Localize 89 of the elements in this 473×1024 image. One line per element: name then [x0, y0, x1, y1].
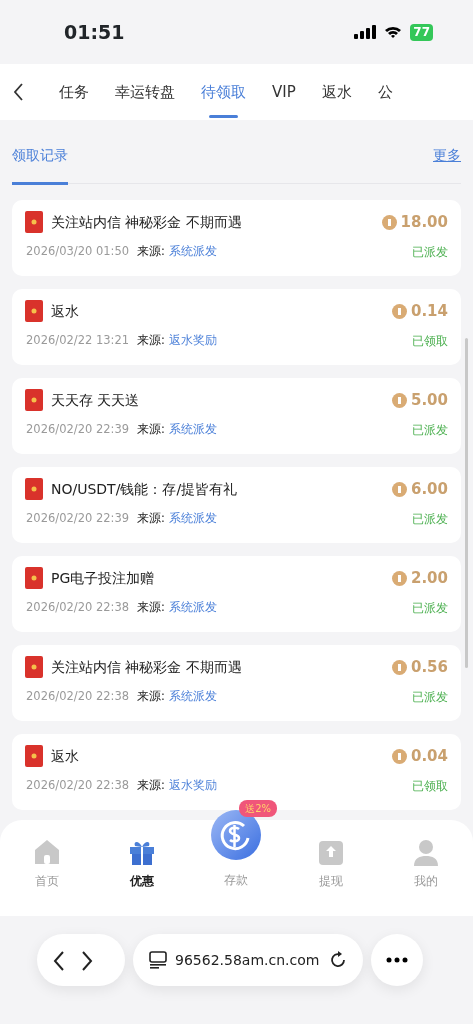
record-status: 已派发	[412, 243, 448, 261]
record-card[interactable]: PG电子投注加赠 2.00 2026/02/20 22:38 来源: 系统派发 已派发	[12, 556, 461, 632]
record-status: 已派发	[412, 510, 448, 528]
record-card[interactable]: 返水 0.14 2026/02/22 13:21 来源: 返水奖励 已领取	[12, 289, 461, 365]
source-label: 来源:	[137, 420, 165, 438]
record-title: PG电子投注加赠	[51, 568, 155, 588]
coin-icon	[392, 659, 407, 675]
reward-amount: 0.56	[411, 657, 448, 678]
source-label: 来源:	[137, 776, 165, 794]
more-icon	[386, 957, 408, 963]
back-icon	[14, 83, 24, 101]
wifi-icon	[384, 25, 403, 39]
url-text: 96562.58am.cn.com	[175, 950, 321, 970]
back-icon	[53, 950, 65, 971]
upload-icon	[317, 838, 346, 866]
coin-icon	[392, 392, 407, 408]
signal-icon	[354, 25, 377, 39]
source-label: 来源:	[137, 598, 165, 616]
record-status: 已派发	[412, 688, 448, 706]
record-card[interactable]: 关注站内信 神秘彩金 不期而遇 18.00 2026/03/20 01:50 来源: 系统派发 已派发	[12, 200, 461, 276]
battery-level: 77	[410, 23, 433, 41]
reload-icon[interactable]	[329, 951, 347, 969]
tab[interactable]: 任务	[46, 64, 102, 120]
nav-item[interactable]: 优惠	[94, 820, 190, 916]
source-label: 来源:	[137, 509, 165, 527]
record-status: 已派发	[412, 421, 448, 439]
envelope-icon	[25, 211, 43, 234]
section-tab[interactable]: 领取记录	[12, 127, 68, 184]
source-value: 系统派发	[168, 420, 217, 438]
envelope-icon	[25, 300, 43, 323]
record-card[interactable]: 关注站内信 神秘彩金 不期而遇 0.56 2026/02/20 22:38 来源: 系统派发 已派发	[12, 645, 461, 721]
tab[interactable]: 待领取	[188, 64, 259, 120]
envelope-icon	[25, 745, 43, 768]
person-icon	[411, 838, 440, 866]
tabs-icon	[149, 951, 167, 969]
record-time: 2026/02/20 22:38	[26, 687, 130, 705]
coin-icon	[381, 214, 397, 230]
address-bar[interactable]: 96562.58am.cn.com	[133, 934, 363, 986]
envelope-icon	[25, 656, 43, 679]
more-link[interactable]: 更多	[433, 145, 461, 166]
reward-amount: 0.14	[411, 301, 448, 322]
reward-amount: 2.00	[411, 568, 448, 589]
tab[interactable]: 幸运转盘	[102, 64, 188, 120]
record-time: 2026/02/22 13:21	[26, 331, 130, 349]
record-time: 2026/03/20 01:50	[26, 242, 130, 260]
coin-icon	[392, 748, 407, 764]
reward-amount: 6.00	[411, 479, 448, 500]
reward-amount: 18.00	[400, 212, 448, 233]
forward-icon	[81, 950, 93, 971]
envelope-icon	[25, 478, 43, 501]
coin-icon	[392, 570, 407, 586]
tab[interactable]: VIP	[259, 64, 309, 120]
reward-amount: 0.04	[411, 746, 448, 767]
record-time: 2026/02/20 22:39	[26, 509, 130, 527]
record-title: 关注站内信 神秘彩金 不期而遇	[51, 657, 242, 677]
source-label: 来源:	[137, 242, 165, 260]
source-value: 系统派发	[168, 242, 217, 260]
record-time: 2026/02/20 22:39	[26, 420, 130, 438]
record-card[interactable]: 天天存 天天送 5.00 2026/02/20 22:39 来源: 系统派发 已派发	[12, 378, 461, 454]
source-value: 系统派发	[168, 598, 217, 616]
record-title: NO/USDT/钱能：存/提皆有礼	[51, 479, 238, 499]
scrollbar[interactable]	[465, 338, 468, 668]
record-title: 返水	[51, 746, 79, 766]
source-value: 返水奖励	[168, 331, 217, 349]
home-icon	[33, 838, 62, 866]
coin-icon	[392, 481, 407, 497]
envelope-icon	[25, 389, 43, 412]
source-label: 来源:	[137, 687, 165, 705]
more-button[interactable]	[371, 934, 423, 986]
tab[interactable]: 公	[364, 64, 406, 120]
source-value: 返水奖励	[168, 776, 217, 794]
record-title: 天天存 天天送	[51, 390, 140, 410]
record-title: 关注站内信 神秘彩金 不期而遇	[51, 212, 242, 232]
record-status: 已领取	[412, 777, 448, 795]
source-value: 系统派发	[168, 687, 217, 705]
record-status: 已领取	[412, 332, 448, 350]
record-card[interactable]: NO/USDT/钱能：存/提皆有礼 6.00 2026/02/20 22:39 来源: 系统派发 已派发	[12, 467, 461, 543]
clock-time: 01:51	[64, 19, 125, 45]
record-time: 2026/02/20 22:38	[26, 776, 130, 794]
source-label: 来源:	[137, 331, 165, 349]
coin-icon	[392, 303, 407, 319]
record-title: 返水	[51, 301, 79, 321]
record-time: 2026/02/20 22:38	[26, 598, 130, 616]
source-value: 系统派发	[168, 509, 217, 527]
tab[interactable]: 返水	[308, 64, 365, 120]
reward-amount: 5.00	[411, 390, 448, 411]
envelope-icon	[25, 567, 43, 590]
bonus-badge: 送2%	[239, 800, 278, 817]
record-status: 已派发	[412, 599, 448, 617]
